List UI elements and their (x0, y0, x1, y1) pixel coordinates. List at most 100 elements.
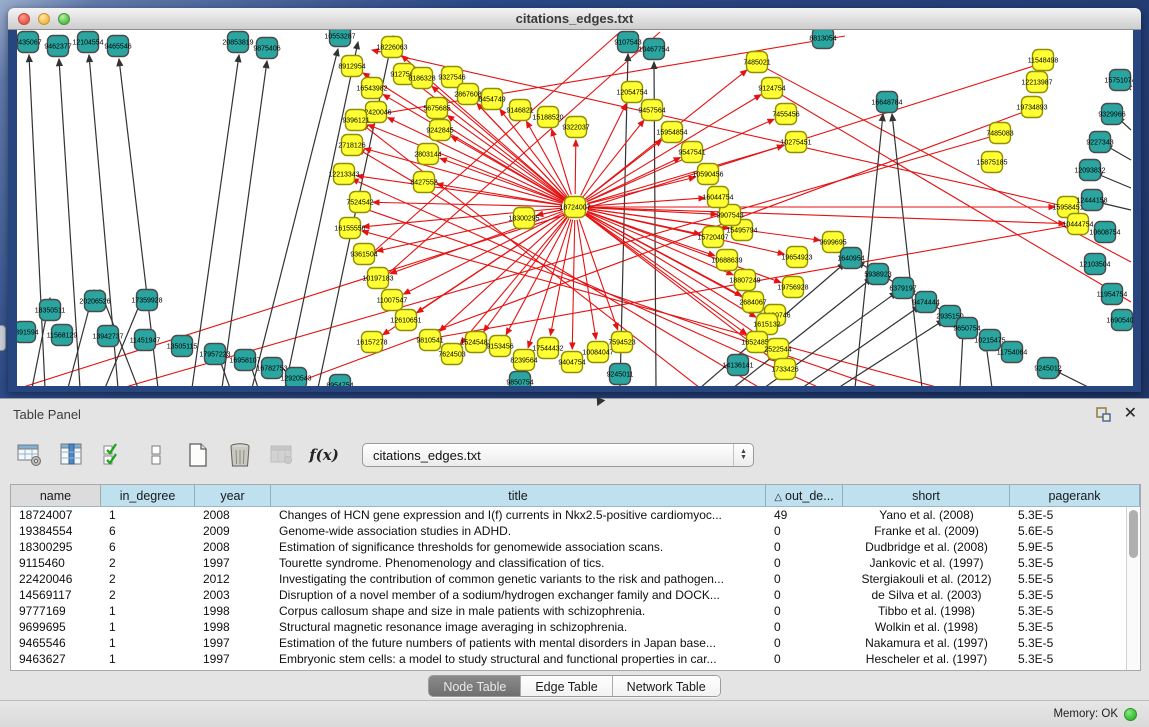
graph-node[interactable]: 13505115 (167, 336, 198, 357)
graph-node[interactable]: 9153456 (486, 336, 513, 357)
graph-node[interactable]: 8954754 (326, 375, 353, 387)
graph-node[interactable]: 9850754 (506, 372, 533, 387)
table-row[interactable]: 969969511998Structural magnetic resonanc… (11, 619, 1140, 635)
table-row[interactable]: 1938455462009Genome-wide association stu… (11, 523, 1140, 539)
table-row[interactable]: 911546021997Tourette syndrome. Phenomeno… (11, 555, 1140, 571)
table-vertical-scrollbar[interactable] (1126, 507, 1140, 670)
graph-node[interactable]: 2803144 (414, 144, 441, 165)
graph-node[interactable]: 9474444 (912, 292, 939, 313)
graph-node[interactable]: 9146821 (506, 100, 533, 121)
column-header-short[interactable]: short (843, 485, 1010, 506)
graph-node[interactable]: 5938923 (864, 264, 891, 285)
show-columns-icon[interactable] (58, 441, 86, 469)
table-row[interactable]: 977716911998Corpus callosum shape and si… (11, 603, 1140, 619)
graph-node[interactable]: 15875185 (976, 152, 1007, 173)
graph-node[interactable]: 11754064 (997, 342, 1028, 363)
graph-node[interactable]: 8427552 (410, 172, 437, 193)
graph-node[interactable]: 2522544 (764, 339, 791, 360)
graph-node[interactable]: 7485021 (743, 52, 770, 73)
graph-node[interactable]: 9242845 (426, 120, 453, 141)
table-row[interactable]: 1830029562008Estimation of significance … (11, 539, 1140, 555)
graph-node[interactable]: 8186328 (408, 68, 435, 89)
graph-node[interactable]: 9391594 (17, 322, 39, 343)
delete-column-icon[interactable] (226, 441, 254, 469)
graph-node[interactable]: 20853819 (222, 32, 253, 53)
graph-node[interactable]: 9329966 (1098, 104, 1125, 125)
tab-edge-table[interactable]: Edge Table (521, 676, 612, 696)
graph-node[interactable]: 10467754 (638, 39, 669, 60)
graph-node[interactable]: 12104554 (72, 32, 103, 53)
graph-node[interactable]: 15751074 (1104, 70, 1133, 91)
function-builder-icon[interactable]: f(x) (310, 441, 338, 469)
graph-node[interactable]: 8912954 (338, 56, 365, 77)
close-icon[interactable]: ✕ (1124, 406, 1137, 422)
graph-node[interactable]: 9361504 (350, 244, 377, 265)
graph-node[interactable]: 9245011 (607, 364, 634, 385)
column-header-title[interactable]: title (271, 485, 766, 506)
graph-node[interactable]: 17359928 (131, 290, 162, 311)
graph-node[interactable]: 19756928 (777, 277, 808, 298)
graph-node[interactable]: 7485083 (986, 123, 1013, 144)
table-row[interactable]: 2242004622012Investigating the contribut… (11, 571, 1140, 587)
graph-node[interactable]: 12213987 (1021, 72, 1052, 93)
table-mode-icon[interactable] (16, 441, 44, 469)
graph-node[interactable]: 9396121 (342, 110, 369, 131)
graph-node[interactable]: 9124754 (758, 78, 785, 99)
graph-node[interactable]: 8454749 (478, 89, 505, 110)
graph-node[interactable]: 7455456 (772, 104, 799, 125)
create-column-icon[interactable] (184, 441, 212, 469)
graph-node[interactable]: 1640954 (837, 248, 864, 269)
column-header-year[interactable]: year (195, 485, 271, 506)
float-window-icon[interactable] (1096, 407, 1112, 422)
graph-node[interactable]: 9227343 (1086, 132, 1113, 153)
graph-node[interactable]: 5675685 (423, 98, 450, 119)
graph-node[interactable]: 1733426 (771, 359, 798, 380)
table-row[interactable]: 1872400712008Changes of HCN gene express… (11, 507, 1140, 523)
graph-node[interactable]: 10275451 (780, 132, 811, 153)
graph-node[interactable]: 9457564 (638, 100, 665, 121)
graph-node[interactable]: 6379197 (889, 278, 916, 299)
graph-node[interactable]: 13942737 (92, 326, 123, 347)
graph-node[interactable]: 8239564 (510, 350, 537, 371)
scrollbar-thumb[interactable] (1129, 510, 1138, 558)
checkbox-list-icon[interactable] (142, 441, 170, 469)
graph-node[interactable]: 11451947 (130, 330, 161, 351)
graph-node[interactable]: 10608754 (1089, 222, 1120, 243)
column-header-out-de-[interactable]: △out_de... (766, 485, 843, 506)
graph-node[interactable]: 15720407 (697, 227, 728, 248)
table-row[interactable]: 1456911722003Disruption of a novel membe… (11, 587, 1140, 603)
graph-node[interactable]: 16155556 (334, 218, 365, 239)
graph-node[interactable]: 12093832 (1074, 160, 1105, 181)
graph-node[interactable]: 16905407 (1106, 310, 1133, 331)
graph-node[interactable]: 9810541 (416, 330, 443, 351)
graph-node[interactable]: 7624503 (438, 344, 465, 365)
graph-node[interactable]: 20206526 (79, 291, 110, 312)
graph-node[interactable]: 18350511 (35, 300, 66, 321)
graph-node[interactable]: 17544432 (532, 338, 563, 359)
column-header-pagerank[interactable]: pagerank (1010, 485, 1140, 506)
graph-node[interactable]: 12213343 (328, 164, 359, 185)
graph-node[interactable]: 15188520 (532, 107, 563, 128)
column-header-name[interactable]: name (11, 485, 101, 506)
graph-node[interactable]: 10553287 (324, 30, 355, 47)
column-header-in-degree[interactable]: in_degree (101, 485, 195, 506)
network-canvas[interactable]: 1872400718300295891295418226063912750816… (17, 30, 1133, 386)
graph-node[interactable]: 15954854 (656, 122, 687, 143)
graph-node[interactable]: 18226063 (376, 37, 407, 58)
graph-node[interactable]: 9245012 (1034, 358, 1061, 379)
graph-node[interactable]: 7594523 (608, 332, 635, 353)
graph-node[interactable]: 9465546 (104, 36, 131, 57)
tab-network-table[interactable]: Network Table (613, 676, 720, 696)
table-select-dropdown[interactable]: citations_edges.txt ▲▼ (362, 443, 754, 467)
select-all-columns-icon[interactable] (100, 441, 128, 469)
tab-node-table[interactable]: Node Table (429, 676, 521, 696)
graph-node[interactable]: 9650754 (953, 318, 980, 339)
graph-node[interactable]: 7524542 (346, 192, 373, 213)
left-panel-handle[interactable] (0, 325, 6, 351)
table-row[interactable]: 946362711997Embryonic stem cells: a mode… (11, 651, 1140, 667)
graph-node[interactable]: 10590456 (692, 164, 723, 185)
graph-node[interactable]: 18807249 (729, 270, 760, 291)
graph-node[interactable]: 19734893 (1016, 97, 1047, 118)
graph-node[interactable]: 14136141 (722, 355, 753, 376)
table-row[interactable]: 946554611997Estimation of the future num… (11, 635, 1140, 651)
